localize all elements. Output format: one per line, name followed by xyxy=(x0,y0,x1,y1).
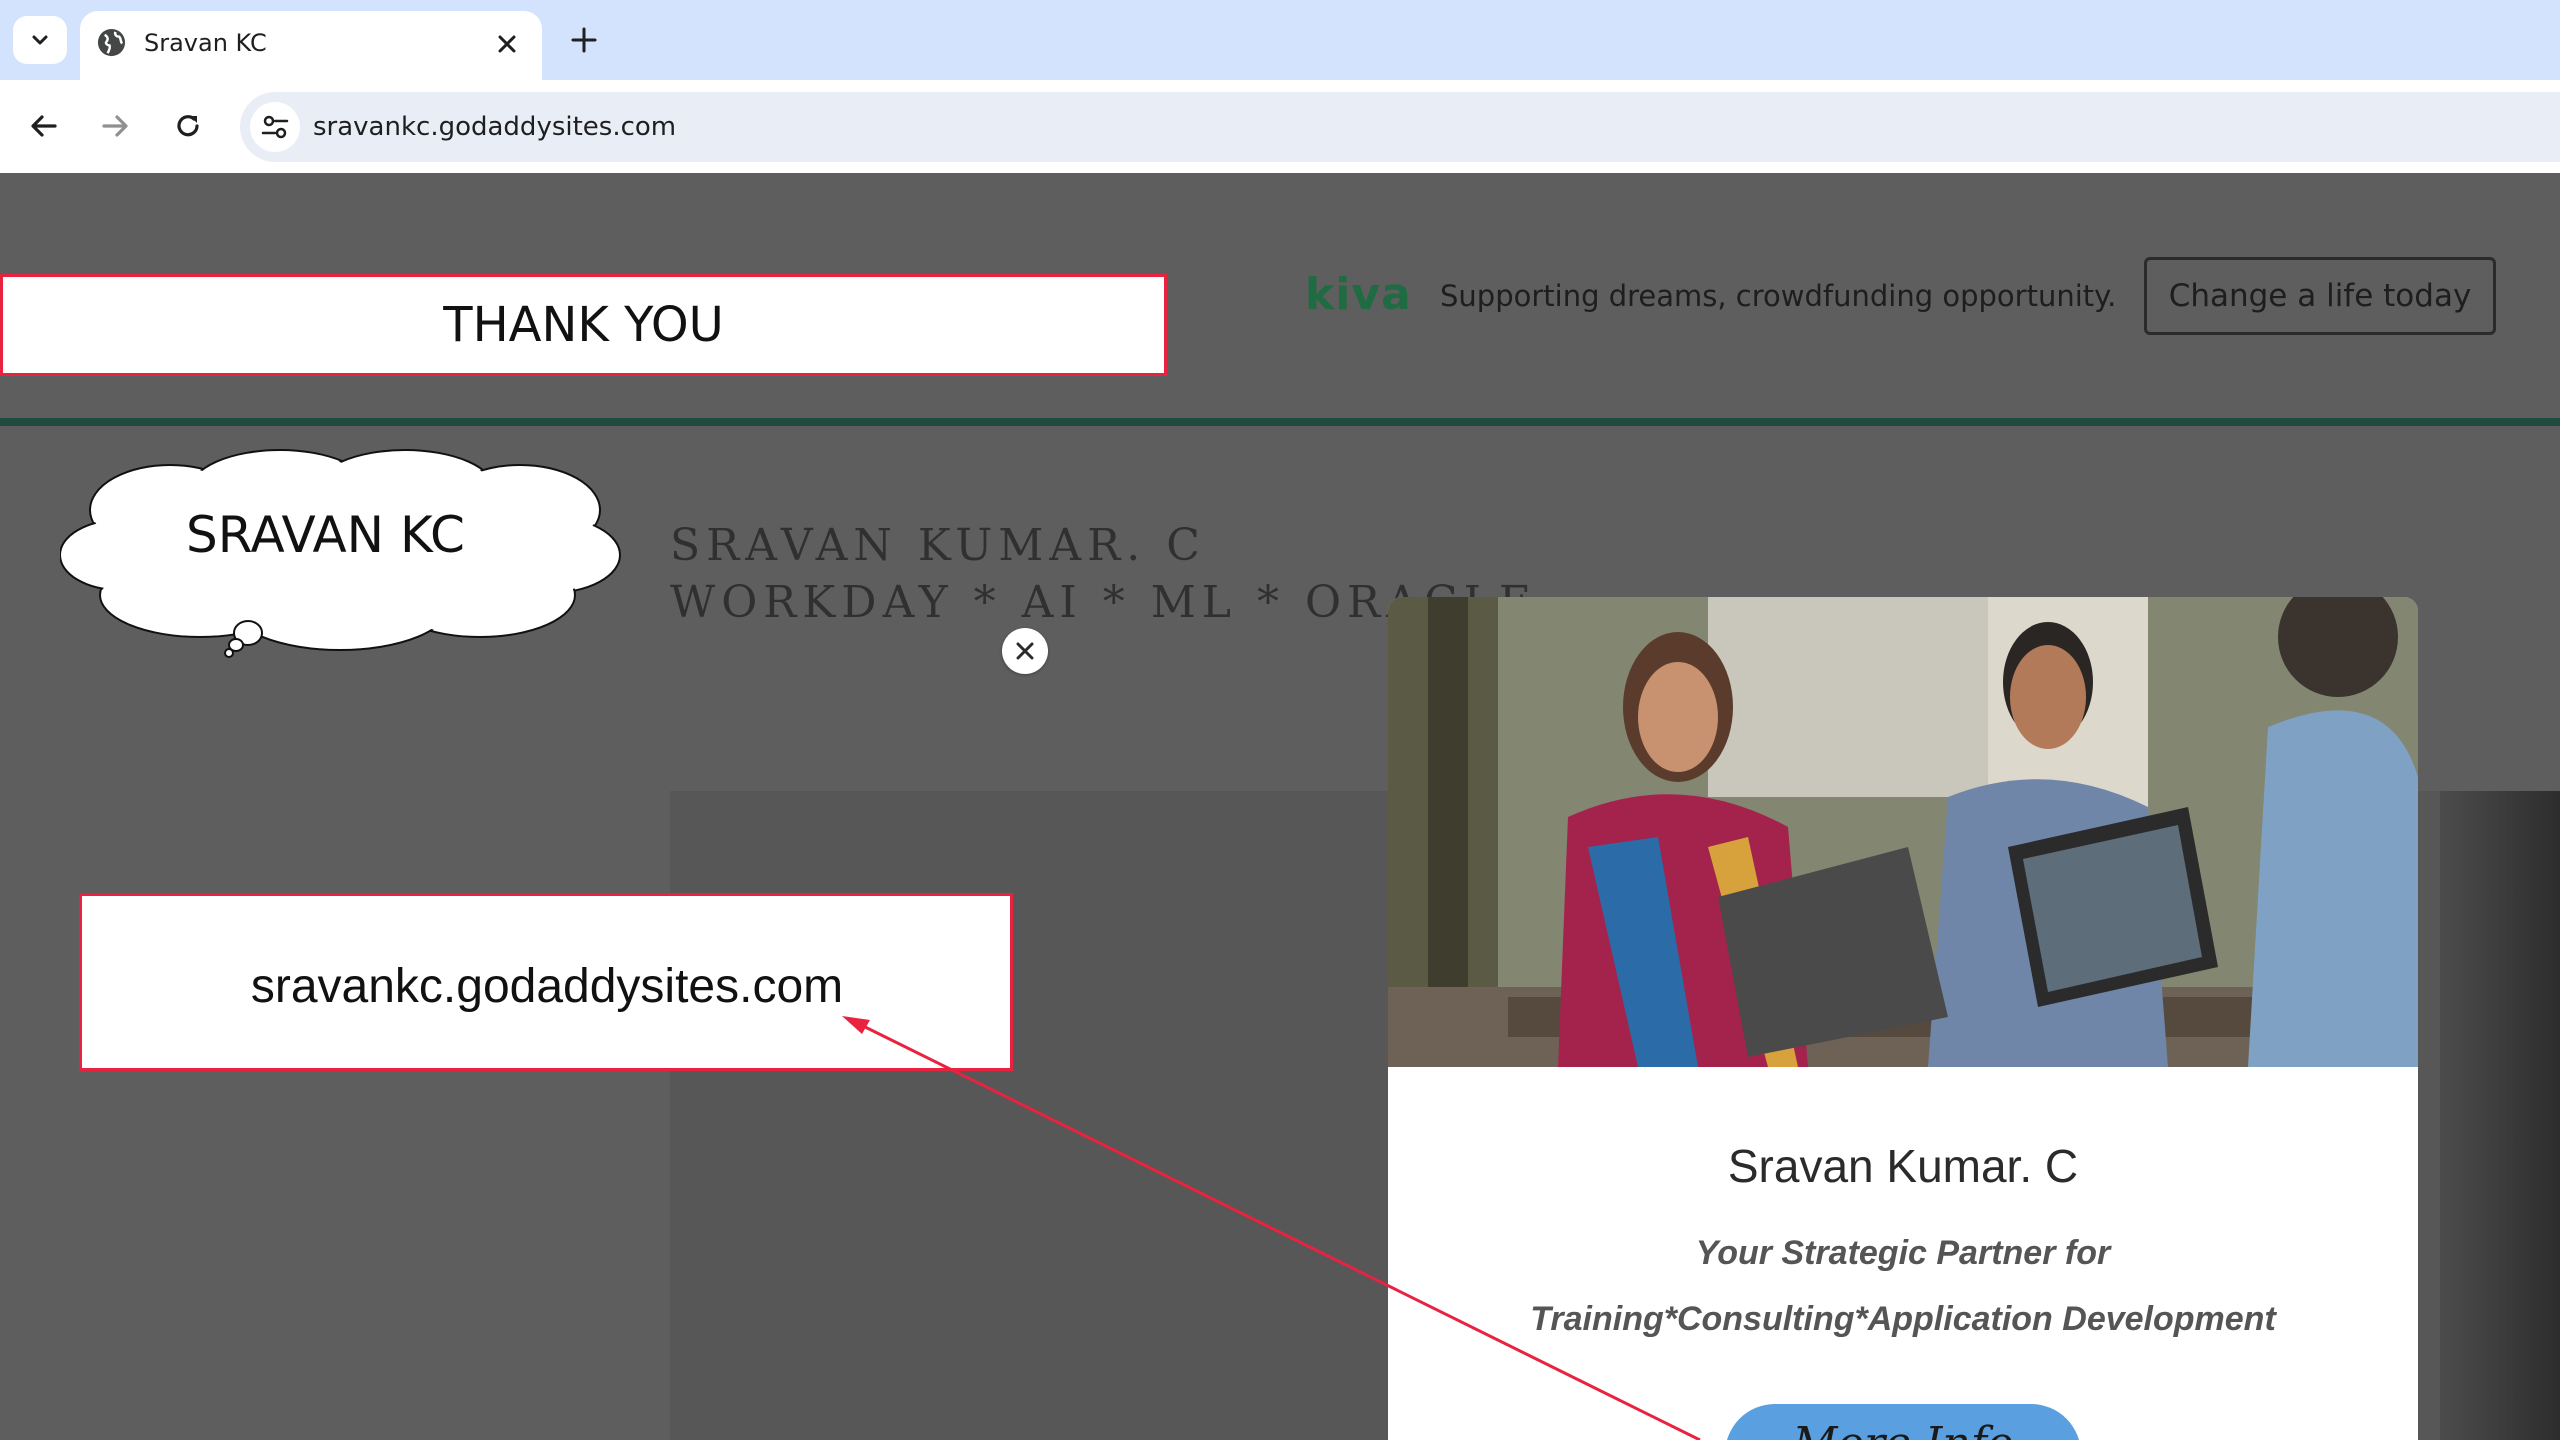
forward-button[interactable] xyxy=(95,106,135,146)
tab-title: Sravan KC xyxy=(144,29,267,57)
back-button[interactable] xyxy=(24,106,64,146)
url-callout-text: sravankc.godaddysites.com xyxy=(250,960,844,1013)
modal-subtitle-line-1: Your Strategic Partner for xyxy=(1695,1234,2111,1272)
reload-icon xyxy=(177,115,199,137)
thought-cloud-label: SRAVAN KC xyxy=(186,506,465,564)
close-icon xyxy=(1016,642,1034,660)
site-title-line-1: SRAVAN KUMAR. C xyxy=(670,520,1206,571)
globe-icon xyxy=(97,28,126,57)
arrow-left-icon xyxy=(31,115,57,137)
browser-toolbar: sravankc.godaddysites.com xyxy=(0,80,2560,173)
kiva-banner-divider xyxy=(0,418,2560,426)
url-callout-box: sravankc.godaddysites.com xyxy=(79,893,1013,1071)
tune-icon xyxy=(261,115,289,139)
arrow-right-icon xyxy=(102,115,128,137)
chevron-down-icon xyxy=(32,35,48,45)
url-text[interactable]: sravankc.godaddysites.com xyxy=(313,109,676,145)
hero-image-edge xyxy=(2440,791,2560,1440)
people-with-laptops-illustration xyxy=(1388,597,2418,1067)
modal-hero-photo xyxy=(1388,597,2418,1067)
kiva-tagline: Supporting dreams, crowdfunding opportun… xyxy=(1440,279,2117,313)
reload-button[interactable] xyxy=(168,106,208,146)
site-info-button[interactable] xyxy=(250,102,300,152)
browser-tab-strip: Sravan KC xyxy=(0,0,2560,80)
kiva-logo[interactable]: kiva xyxy=(1305,270,1412,320)
modal-close-button[interactable] xyxy=(1002,628,1048,674)
modal-name: Sravan Kumar. C xyxy=(1727,1140,2079,1192)
more-info-button[interactable]: More Info xyxy=(1725,1404,2081,1440)
browser-tab-active[interactable]: Sravan KC xyxy=(80,11,542,80)
modal-subtitle-line-2: Training*Consulting*Application Developm… xyxy=(1530,1300,2276,1338)
promo-modal: Sravan Kumar. C Your Strategic Partner f… xyxy=(1388,597,2418,1440)
tab-search-button[interactable] xyxy=(13,16,67,64)
kiva-cta-button[interactable]: Change a life today xyxy=(2144,257,2496,335)
thank-you-banner: THANK YOU xyxy=(0,274,1167,376)
new-tab-plus-icon[interactable] xyxy=(566,22,602,58)
close-icon[interactable] xyxy=(496,33,518,55)
address-bar[interactable]: sravankc.godaddysites.com xyxy=(240,92,2560,162)
